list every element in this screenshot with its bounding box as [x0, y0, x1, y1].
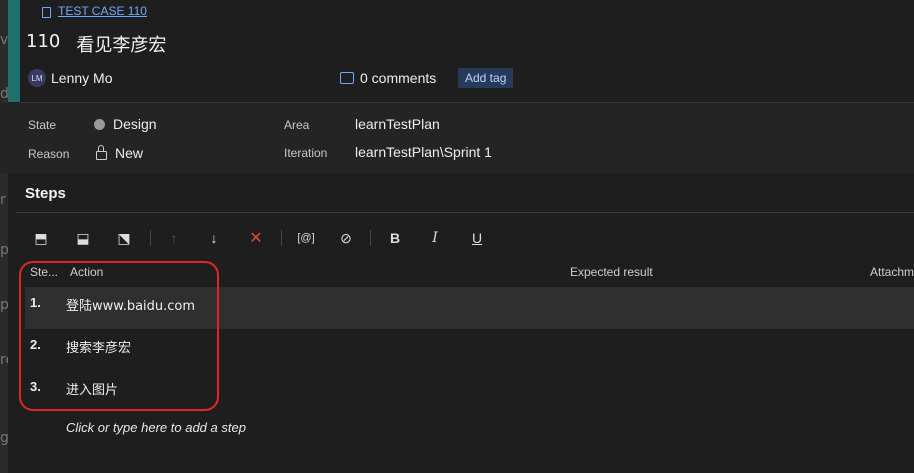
move-down-button[interactable]: ↓	[203, 227, 225, 249]
attach-button[interactable]: ⊘	[335, 227, 357, 249]
reason-field[interactable]: New	[96, 144, 144, 161]
step-row[interactable]: 1. 登陆www.baidu.com	[25, 287, 914, 329]
delete-step-button[interactable]: ✕	[245, 227, 267, 249]
underline-button[interactable]: U	[466, 227, 488, 249]
assigned-user[interactable]: Lenny Mo	[51, 70, 112, 86]
step-action[interactable]: 登陆www.baidu.com	[66, 295, 195, 314]
column-header-attachments[interactable]: Attachm	[870, 265, 914, 279]
bold-button[interactable]: B	[384, 227, 406, 249]
insert-shared-steps-button[interactable]: ⬓	[72, 227, 94, 249]
step-number: 3.	[30, 379, 41, 394]
meta-row: LM Lenny Mo 0 comments Add tag	[28, 68, 908, 90]
step-number: 1.	[30, 295, 41, 310]
step-row[interactable]: 3. 进入图片	[25, 371, 914, 413]
strip-text: r	[0, 192, 6, 208]
toolbar-separator	[281, 230, 282, 246]
work-item-header: TEST CASE 110 110 看见李彦宏 LM Lenny Mo 0 co…	[20, 0, 914, 102]
steps-divider	[16, 212, 914, 213]
step-action[interactable]: 搜索李彦宏	[66, 337, 131, 356]
test-case-icon	[42, 6, 52, 18]
column-header-expected[interactable]: Expected result	[570, 265, 653, 279]
step-number: 2.	[30, 337, 41, 352]
lock-icon	[96, 144, 107, 160]
test-case-link[interactable]: TEST CASE 110	[42, 4, 147, 18]
work-item-accent-bar	[8, 0, 20, 102]
toolbar-separator	[370, 230, 371, 246]
state-dot-icon	[94, 118, 105, 130]
step-row[interactable]: 2. 搜索李彦宏	[25, 329, 914, 371]
step-action[interactable]: 进入图片	[66, 379, 118, 398]
fields-panel: State Design Reason New Area learnTestPl…	[0, 103, 914, 173]
iteration-label: Iteration	[284, 146, 328, 160]
toolbar-separator	[150, 230, 151, 246]
steps-title: Steps	[25, 185, 66, 202]
move-up-button[interactable]: ↑	[163, 227, 185, 249]
reason-value: New	[115, 145, 144, 161]
state-value: Design	[113, 116, 157, 132]
add-tag-button[interactable]: Add tag	[458, 68, 514, 88]
comment-icon	[340, 72, 354, 84]
create-shared-steps-button[interactable]: ⬔	[113, 227, 135, 249]
steps-section: Steps ⬒ ⬓ ⬔ ↑ ↓ ✕ [@] ⊘ B I U Ste... Act…	[8, 173, 914, 473]
state-field[interactable]: Design	[94, 116, 157, 132]
state-label: State	[28, 118, 57, 132]
reason-label: Reason	[28, 147, 70, 161]
area-field[interactable]: learnTestPlan	[355, 116, 440, 132]
work-item-title-text: 看见李彦宏	[76, 35, 167, 56]
avatar: LM	[28, 69, 46, 87]
insert-step-button[interactable]: ⬒	[30, 227, 52, 249]
area-label: Area	[284, 118, 310, 132]
italic-button[interactable]: I	[424, 227, 446, 249]
work-item-id: 110	[26, 31, 61, 52]
comments-count: 0 comments	[360, 70, 437, 86]
work-item-title[interactable]: 110 看见李彦宏	[26, 31, 166, 57]
column-header-step[interactable]: Ste...	[30, 265, 58, 279]
column-header-action[interactable]: Action	[70, 265, 103, 279]
test-case-link-label: TEST CASE 110	[58, 4, 147, 18]
iteration-field[interactable]: learnTestPlan\Sprint 1	[355, 144, 492, 160]
insert-parameter-button[interactable]: [@]	[294, 227, 318, 249]
left-edge-strip: vi ds r p p re g	[0, 0, 16, 473]
add-step-prompt[interactable]: Click or type here to add a step	[66, 420, 246, 435]
comments-link[interactable]: 0 comments	[340, 70, 436, 86]
